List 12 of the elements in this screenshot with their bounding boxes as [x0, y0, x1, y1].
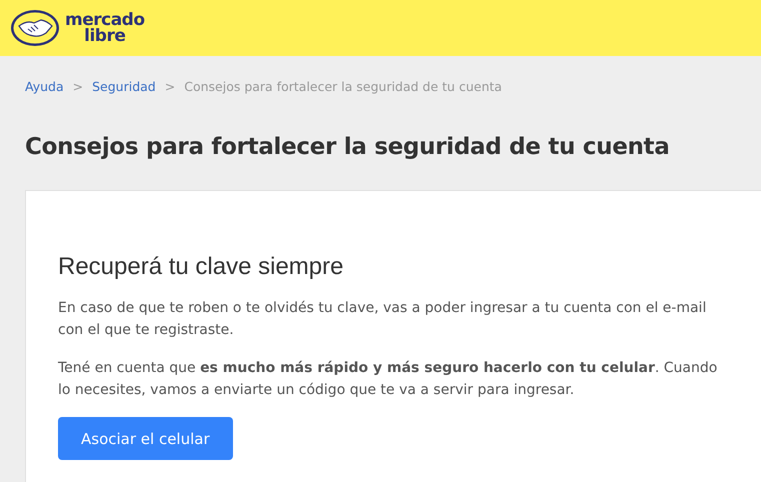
paragraph: En caso de que te roben o te olvidés tu clave, vas a poder ingresar a tu cuenta con el e-mail con el que te registraste. — [58, 299, 708, 340]
paragraph: Tené en cuenta que es mucho más rápido y más seguro hacerlo con tu celular. Cuando lo necesites, vamos a enviarte un código que te va a servir para ingresar. — [58, 359, 718, 400]
breadcrumb-current: Consejos para fortalecer la seguridad de tu cuenta — [184, 79, 502, 94]
associate-phone-button[interactable]: Asociar el celular — [58, 417, 233, 460]
logo-text: mercado — [65, 12, 145, 28]
breadcrumb-separator: > — [164, 79, 176, 94]
page-title: Consejos para fortalecer la seguridad de tu cuenta — [25, 134, 670, 160]
breadcrumb-link[interactable]: Ayuda — [25, 79, 64, 94]
breadcrumb-link[interactable]: Seguridad — [92, 79, 156, 94]
breadcrumb-separator: > — [72, 79, 84, 94]
logo-text: libre — [84, 28, 126, 44]
card-heading: Recuperá tu clave siempre — [58, 253, 344, 281]
